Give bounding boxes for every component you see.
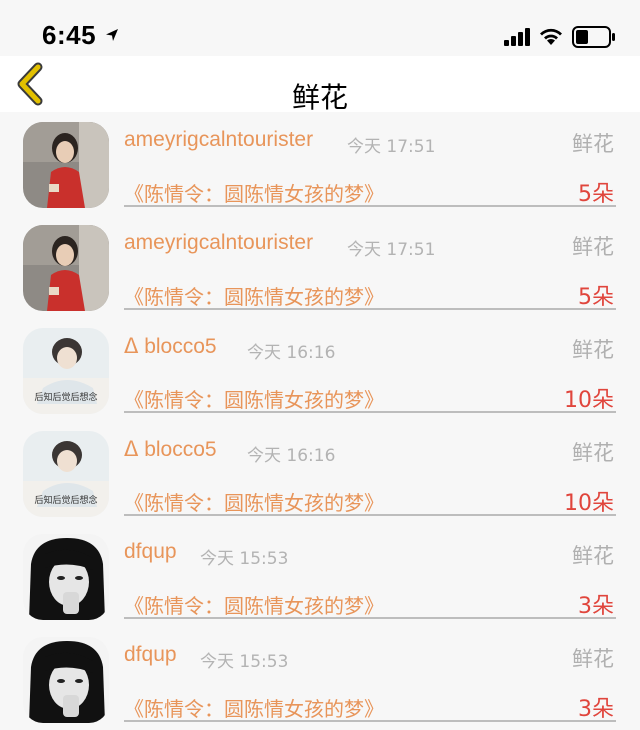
girl-sketch-avatar[interactable]: 后知后觉后想念 (23, 328, 109, 414)
book-title-link[interactable]: 《陈情令：圆陈情女孩的梦》 (124, 384, 384, 413)
divider (124, 205, 616, 207)
girl-red-dress-avatar[interactable] (23, 225, 109, 311)
list-item[interactable]: ameyrigcalntourister 今天 17:51 鲜花 《陈情令：圆陈… (0, 112, 640, 215)
battery-icon (572, 26, 615, 48)
signal-bars-icon (504, 28, 530, 46)
sender-name[interactable]: dfqup (124, 540, 177, 564)
divider (124, 514, 616, 516)
bw-portrait-avatar[interactable] (23, 637, 109, 723)
gift-time: 今天 17:51 (347, 137, 436, 157)
gift-type-label: 鲜花 (572, 544, 614, 568)
list-item[interactable]: 后知后觉后想念 ᐃ blocco5 今天 16:16 鲜花 《陈情令：圆陈情女孩… (0, 421, 640, 524)
gift-type-label: 鲜花 (572, 338, 614, 362)
flower-count: 3朵 (578, 697, 614, 722)
divider (124, 411, 616, 413)
gift-time: 今天 16:16 (247, 343, 336, 363)
flower-count: 10朵 (564, 491, 614, 516)
flower-count: 5朵 (578, 285, 614, 310)
book-title-link[interactable]: 《陈情令：圆陈情女孩的梦》 (124, 178, 384, 207)
sender-name[interactable]: ᐃ blocco5 (124, 334, 217, 359)
bw-portrait-avatar[interactable] (23, 534, 109, 620)
sender-name[interactable]: dfqup (124, 643, 177, 667)
gift-time: 今天 15:53 (200, 549, 289, 569)
divider (124, 308, 616, 310)
book-title-link[interactable]: 《陈情令：圆陈情女孩的梦》 (124, 590, 384, 619)
flower-count: 3朵 (578, 594, 614, 619)
avatar-caption: 后知后觉后想念 (34, 494, 97, 506)
wifi-icon (540, 28, 562, 45)
divider (124, 720, 616, 722)
status-time: 6:45 (42, 20, 97, 50)
flower-count: 10朵 (564, 388, 614, 413)
flower-gift-list: ameyrigcalntourister 今天 17:51 鲜花 《陈情令：圆陈… (0, 112, 640, 730)
book-title-link[interactable]: 《陈情令：圆陈情女孩的梦》 (124, 281, 384, 310)
gift-time: 今天 17:51 (347, 240, 436, 260)
status-bar: 6:45 (0, 0, 640, 56)
flower-count: 5朵 (578, 182, 614, 207)
list-item[interactable]: ameyrigcalntourister 今天 17:51 鲜花 《陈情令：圆陈… (0, 215, 640, 318)
list-item[interactable]: dfqup 今天 15:53 鲜花 《陈情令：圆陈情女孩的梦》 3朵 (0, 524, 640, 627)
gift-type-label: 鲜花 (572, 235, 614, 259)
nav-bar: 鲜花 (0, 56, 640, 114)
gift-type-label: 鲜花 (572, 441, 614, 465)
gift-time: 今天 15:53 (200, 652, 289, 672)
gift-time: 今天 16:16 (247, 446, 336, 466)
gift-type-label: 鲜花 (572, 132, 614, 156)
book-title-link[interactable]: 《陈情令：圆陈情女孩的梦》 (124, 487, 384, 516)
sender-name[interactable]: ᐃ blocco5 (124, 437, 217, 462)
divider (124, 617, 616, 619)
girl-sketch-avatar[interactable]: 后知后觉后想念 (23, 431, 109, 517)
list-item[interactable]: dfqup 今天 15:53 鲜花 《陈情令：圆陈情女孩的梦》 3朵 (0, 627, 640, 730)
sender-name[interactable]: ameyrigcalntourister (124, 128, 313, 152)
sender-name[interactable]: ameyrigcalntourister (124, 231, 313, 255)
list-item[interactable]: 后知后觉后想念 ᐃ blocco5 今天 16:16 鲜花 《陈情令：圆陈情女孩… (0, 318, 640, 421)
gift-type-label: 鲜花 (572, 647, 614, 671)
page-title: 鲜花 (291, 81, 348, 114)
avatar-caption: 后知后觉后想念 (34, 391, 97, 403)
location-arrow-icon (106, 29, 118, 41)
girl-red-dress-avatar[interactable] (23, 122, 109, 208)
